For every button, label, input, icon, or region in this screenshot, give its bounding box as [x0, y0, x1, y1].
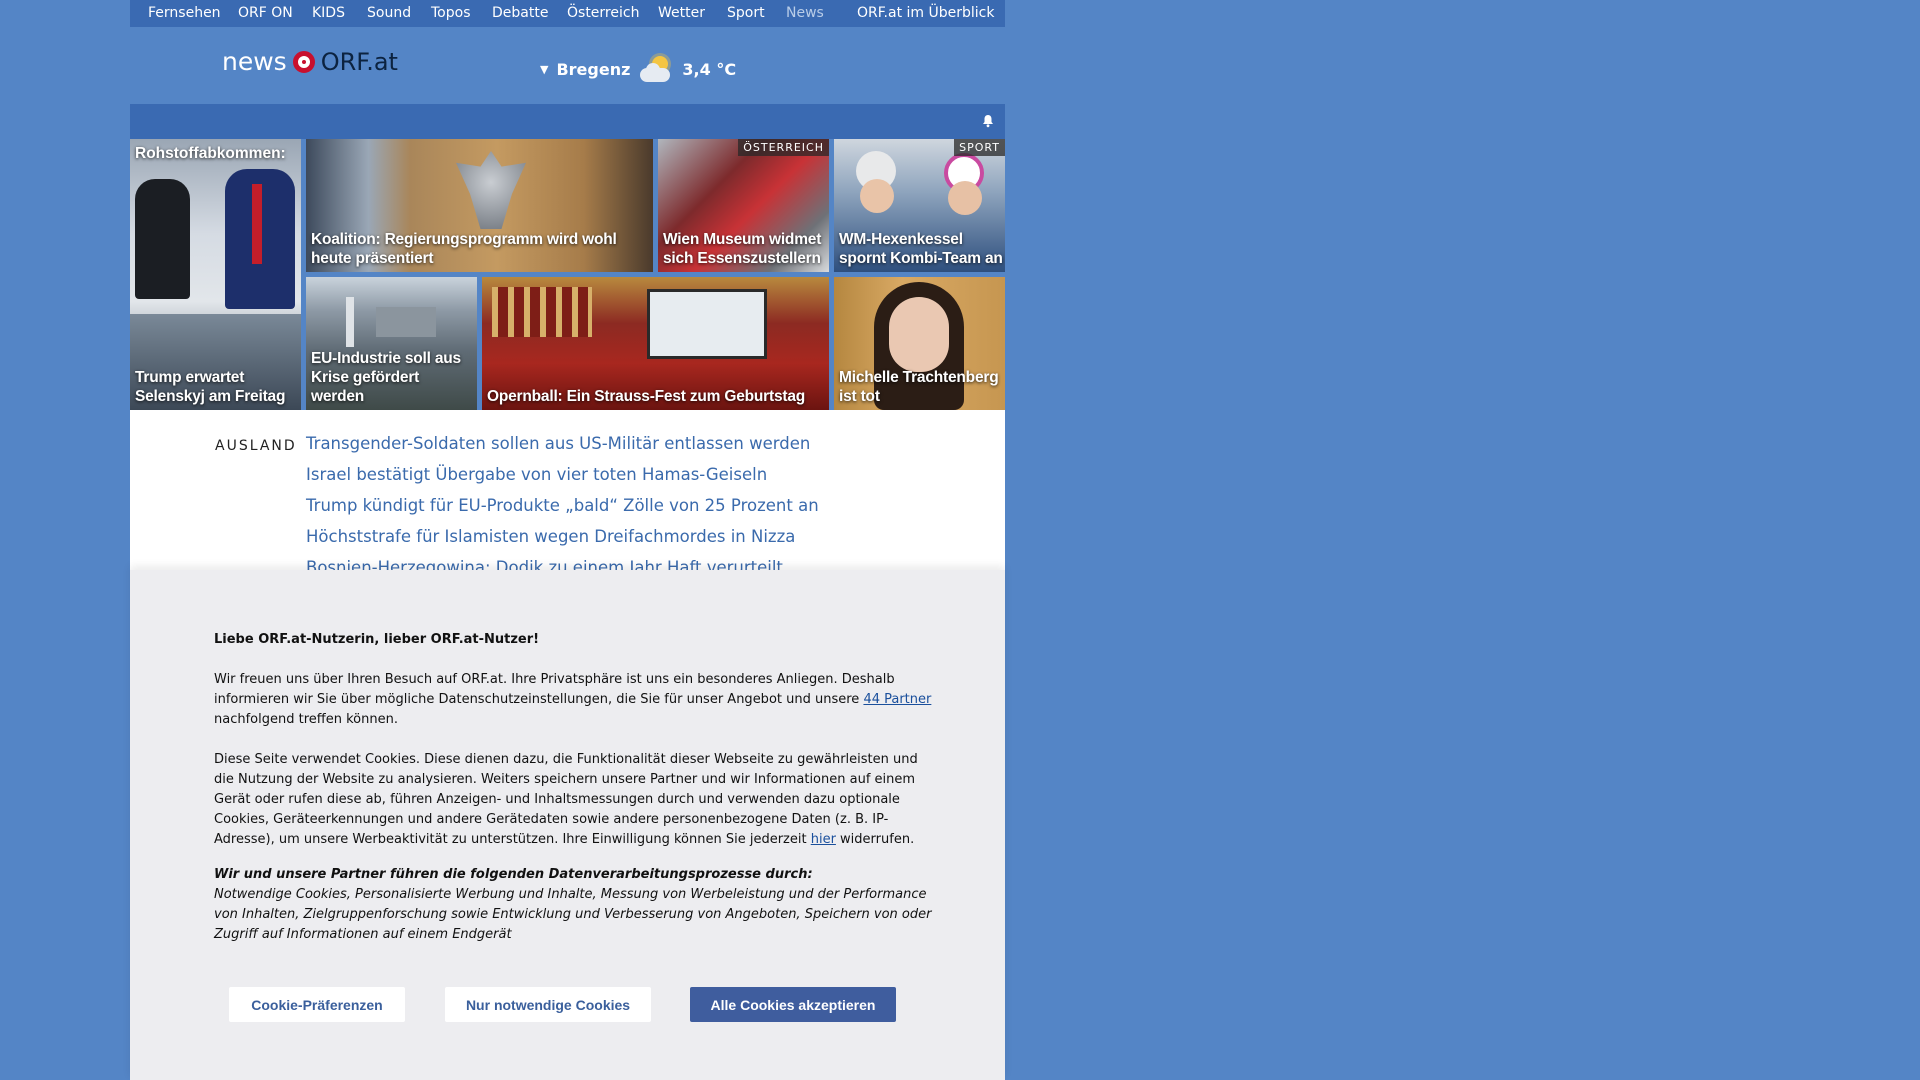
tile-caption: Wien Museum widmet sich Essenszustellern	[663, 231, 822, 267]
orf-eye-icon	[292, 50, 315, 73]
site-header: news ORF.at ▼ Bregenz 3,4 °C	[130, 27, 1005, 104]
cookie-preferences-button[interactable]: Cookie-Präferenzen	[229, 987, 405, 1022]
nav-item-orf-on[interactable]: ORF ON	[238, 5, 293, 21]
processing-title: Wir und unsere Partner führen die folgen…	[214, 867, 813, 882]
top-navigation: Fernsehen ORF ON KIDS Sound Topos Debatt…	[130, 0, 1005, 27]
processing-body: Notwendige Cookies, Personalisierte Werb…	[214, 887, 932, 942]
cookie-processing-list: Wir und unsere Partner führen die folgen…	[214, 865, 934, 945]
page: Fernsehen ORF ON KIDS Sound Topos Debatt…	[130, 0, 1005, 1080]
weather-city: Bregenz	[556, 59, 631, 79]
cookie-consent-dialog: Liebe ORF.at-Nutzerin, lieber ORF.at-Nut…	[130, 570, 1005, 1080]
tile-caption: Koalition: Regierungsprogramm wird wohl …	[311, 231, 617, 267]
nav-item-debatte[interactable]: Debatte	[492, 5, 548, 21]
nav-item-sound[interactable]: Sound	[367, 5, 411, 21]
headline-link[interactable]: Trump kündigt für EU-Produkte „bald“ Zöl…	[306, 496, 819, 515]
category-badge: ÖSTERREICH	[738, 139, 829, 156]
headline-link[interactable]: Israel bestätigt Übergabe von vier toten…	[306, 465, 767, 484]
logo-news-text: news	[222, 47, 287, 76]
tile-caption: EU-Industrie soll aus Krise gefördert we…	[311, 350, 461, 405]
section-label-ausland: AUSLAND	[215, 438, 297, 454]
bell-icon[interactable]	[981, 114, 995, 128]
notification-bar	[130, 104, 1005, 139]
headline-link[interactable]: Transgender-Soldaten sollen aus US-Milit…	[306, 434, 810, 453]
category-badge: SPORT	[954, 139, 1005, 156]
tile-caption: Michelle Trachtenberg ist tot	[839, 369, 999, 405]
news-orf-logo[interactable]: news ORF.at	[222, 47, 398, 76]
weather-widget[interactable]: ▼ Bregenz 3,4 °C	[540, 54, 736, 84]
nav-item-overview[interactable]: ORF.at im Überblick	[857, 5, 994, 21]
nav-item-fernsehen[interactable]: Fernsehen	[148, 5, 221, 21]
tile-michelle-trachtenberg[interactable]: Michelle Trachtenberg ist tot	[834, 277, 1005, 410]
logo-orf-text: ORF.at	[320, 47, 398, 76]
tile-koalition[interactable]: Koalition: Regierungsprogramm wird wohl …	[306, 139, 653, 272]
cookie-paragraph-usage: Diese Seite verwendet Cookies. Diese die…	[214, 752, 918, 847]
accept-all-cookies-button[interactable]: Alle Cookies akzeptieren	[690, 987, 896, 1022]
nav-item-news[interactable]: News	[786, 5, 824, 21]
triangle-down-icon[interactable]: ▼	[540, 63, 548, 76]
nav-item-wetter[interactable]: Wetter	[658, 5, 705, 21]
nav-item-topos[interactable]: Topos	[431, 5, 470, 21]
cookie-title: Liebe ORF.at-Nutzerin, lieber ORF.at-Nut…	[214, 632, 540, 647]
weather-temperature: 3,4 °C	[682, 59, 737, 79]
tile-opernball[interactable]: Opernball: Ein Strauss-Fest zum Geburtst…	[482, 277, 829, 410]
tile-eu-industrie[interactable]: EU-Industrie soll aus Krise gefördert we…	[306, 277, 477, 410]
revoke-link[interactable]: hier	[811, 832, 836, 847]
tile-wm-kombi[interactable]: SPORT WM-Hexenkessel spornt Kombi-Team a…	[834, 139, 1005, 272]
tile-caption-top: Rohstoffabkommen:	[135, 145, 286, 162]
tile-caption: WM-Hexenkessel spornt Kombi-Team an	[839, 231, 1003, 267]
partners-link[interactable]: 44 Partner	[863, 692, 931, 707]
partly-cloudy-icon	[638, 54, 674, 84]
headline-link[interactable]: Höchststrafe für Islamisten wegen Dreifa…	[306, 527, 795, 546]
nav-item-kids[interactable]: KIDS	[312, 5, 345, 21]
tile-trump-selenskyj[interactable]: Rohstoffabkommen: Trump erwartet Selensk…	[130, 139, 301, 410]
nav-item-sport[interactable]: Sport	[727, 5, 765, 21]
cookie-paragraph-intro: Wir freuen uns über Ihren Besuch auf ORF…	[214, 672, 932, 727]
nav-item-oesterreich[interactable]: Österreich	[567, 5, 639, 21]
necessary-cookies-button[interactable]: Nur notwendige Cookies	[445, 987, 651, 1022]
tile-wien-museum[interactable]: ÖSTERREICH Wien Museum widmet sich Essen…	[658, 139, 829, 272]
tile-caption: Opernball: Ein Strauss-Fest zum Geburtst…	[487, 388, 806, 405]
tile-caption: Trump erwartet Selenskyj am Freitag	[135, 369, 286, 405]
